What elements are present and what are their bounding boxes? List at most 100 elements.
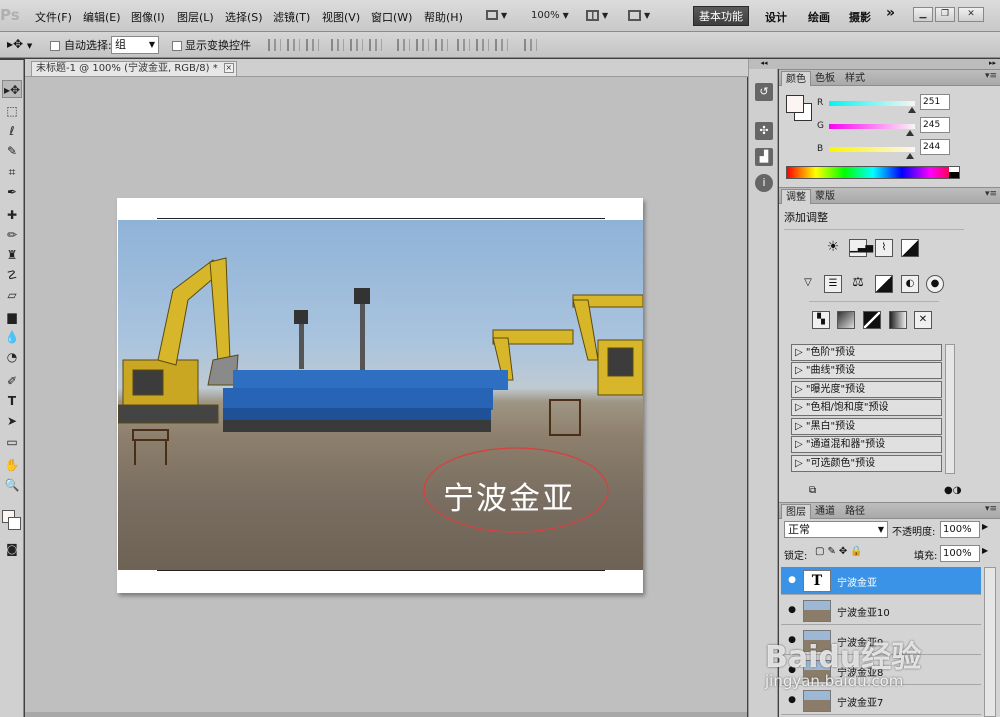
dodge-tool-icon[interactable]: ◔ <box>2 348 22 366</box>
eye-icon[interactable]: ● <box>785 605 799 615</box>
align-left-icon[interactable] <box>331 39 344 51</box>
shape-tool-icon[interactable]: ▭ <box>2 433 22 451</box>
menu-window[interactable]: 窗口(W) <box>371 9 412 25</box>
tab-swatches[interactable]: 色板 <box>811 71 839 86</box>
extras-dropdown[interactable]: ▼ <box>627 7 659 25</box>
gradient-tool-icon[interactable]: ▆ <box>2 308 22 326</box>
history-brush-tool-icon[interactable]: ☡ <box>2 266 22 284</box>
menu-help[interactable]: 帮助(H) <box>424 9 463 25</box>
lasso-tool-icon[interactable]: ℓ <box>2 122 22 140</box>
close-icon[interactable]: × <box>223 63 234 73</box>
preset-exposure[interactable]: ▷ "曝光度"预设 <box>791 381 942 398</box>
selective-color-icon[interactable]: ✕ <box>914 311 932 329</box>
align-bottom-icon[interactable] <box>306 39 319 51</box>
b-slider[interactable] <box>829 147 915 152</box>
color-balance-icon[interactable]: ⚖ <box>849 275 867 293</box>
color-foreground-swatch[interactable] <box>786 95 804 113</box>
photo-filter-icon[interactable]: ◐ <box>901 275 919 293</box>
curves-icon[interactable]: ⌇ <box>875 239 893 257</box>
distribute-hcenter-icon[interactable] <box>476 39 489 51</box>
collapse-icon[interactable]: ◂◂ <box>749 59 779 69</box>
lock-icons[interactable]: ▢✎✥🔒 <box>815 546 866 557</box>
clone-stamp-tool-icon[interactable]: ♜ <box>2 246 22 264</box>
more-workspaces-icon[interactable]: » <box>886 5 895 21</box>
exposure-icon[interactable] <box>901 239 919 257</box>
panel-menu-icon[interactable]: ▾≡ <box>985 504 997 514</box>
screen-mode-dropdown[interactable]: ▼ <box>485 7 517 25</box>
tab-styles[interactable]: 样式 <box>841 71 869 86</box>
menu-select[interactable]: 选择(S) <box>225 9 263 25</box>
blur-tool-icon[interactable]: 💧 <box>2 328 22 346</box>
show-transform-checkbox[interactable] <box>172 39 182 52</box>
align-right-icon[interactable] <box>369 39 382 51</box>
auto-align-layers-icon[interactable] <box>524 39 537 51</box>
marquee-tool-icon[interactable]: ⬚ <box>2 102 22 120</box>
posterize-icon[interactable] <box>837 311 855 329</box>
channel-mixer-icon[interactable]: ● <box>926 275 944 293</box>
tab-paths[interactable]: 路径 <box>841 504 869 519</box>
workspace-painting-button[interactable]: 绘画 <box>808 9 830 25</box>
quick-mask-icon[interactable]: ◙ <box>2 540 22 558</box>
auto-select-dropdown[interactable]: 组 ▼ <box>111 36 159 54</box>
document-tab[interactable]: 未标题-1 @ 100% (宁波金亚, RGB/8) * × <box>31 61 237 76</box>
histogram-panel-icon[interactable]: ▟ <box>755 148 773 166</box>
zoom-dropdown[interactable]: 100% ▼ <box>530 7 575 25</box>
adjust-footer-left-icon[interactable]: ⧉ <box>809 485 816 496</box>
g-value-field[interactable]: 245 <box>920 117 950 133</box>
black-white-icon[interactable] <box>875 275 893 293</box>
opacity-field[interactable]: 100% <box>940 521 980 538</box>
g-slider[interactable] <box>829 124 915 129</box>
menu-file[interactable]: 文件(F) <box>35 9 72 25</box>
background-color-swatch[interactable] <box>8 517 21 530</box>
distribute-top-icon[interactable] <box>397 39 410 51</box>
tab-adjustments[interactable]: 调整 <box>781 189 811 204</box>
hand-tool-icon[interactable]: ✋ <box>2 456 22 474</box>
presets-scrollbar[interactable] <box>945 344 955 474</box>
layer-row[interactable]: ● 宁波金亚10 <box>781 597 981 625</box>
menu-layer[interactable]: 图层(L) <box>177 9 214 25</box>
eraser-tool-icon[interactable]: ▱ <box>2 286 22 304</box>
fill-stepper-icon[interactable]: ▶ <box>982 546 988 555</box>
history-panel-icon[interactable]: ↺ <box>755 83 773 101</box>
opacity-stepper-icon[interactable]: ▶ <box>982 522 988 531</box>
pen-tool-icon[interactable]: ✐ <box>2 372 22 390</box>
path-selection-tool-icon[interactable]: ➤ <box>2 412 22 430</box>
color-spectrum-bar[interactable] <box>786 166 960 179</box>
tab-layers[interactable]: 图层 <box>781 504 811 519</box>
r-slider[interactable] <box>829 101 915 106</box>
restore-button[interactable]: ❐ <box>935 7 955 22</box>
tab-color[interactable]: 颜色 <box>781 71 811 86</box>
distribute-vcenter-icon[interactable] <box>416 39 429 51</box>
vibrance-icon[interactable]: ▽ <box>799 275 817 293</box>
distribute-left-icon[interactable] <box>457 39 470 51</box>
move-tool-preset-icon[interactable]: ▸✥ ▼ <box>7 37 32 51</box>
menu-filter[interactable]: 滤镜(T) <box>273 9 310 25</box>
align-hcenter-icon[interactable] <box>350 39 363 51</box>
levels-icon[interactable]: ▁▃▅ <box>849 239 873 257</box>
menu-view[interactable]: 视图(V) <box>322 9 360 25</box>
close-window-button[interactable]: ✕ <box>958 7 984 22</box>
b-slider-thumb[interactable] <box>906 153 914 159</box>
tab-channels[interactable]: 通道 <box>811 504 839 519</box>
distribute-bottom-icon[interactable] <box>435 39 448 51</box>
layer-row[interactable]: ● T 宁波金亚 <box>781 567 981 595</box>
fill-field[interactable]: 100% <box>940 545 980 562</box>
preset-hue-saturation[interactable]: ▷ "色相/饱和度"预设 <box>791 399 942 416</box>
preset-levels[interactable]: ▷ "色阶"预设 <box>791 344 942 361</box>
workspace-essentials-button[interactable]: 基本功能 <box>693 6 749 26</box>
preset-channel-mixer[interactable]: ▷ "通道混和器"预设 <box>791 436 942 453</box>
layer-row[interactable]: ● 宁波金亚7 <box>781 687 981 715</box>
preset-curves[interactable]: ▷ "曲线"预设 <box>791 362 942 379</box>
blend-mode-dropdown[interactable]: 正常 ▼ <box>784 521 888 538</box>
workspace-photography-button[interactable]: 摄影 <box>849 9 871 25</box>
tab-masks[interactable]: 蒙版 <box>811 189 839 204</box>
hue-saturation-icon[interactable]: ☰ <box>824 275 842 293</box>
arrange-documents-dropdown[interactable]: ▼ <box>585 7 617 25</box>
eye-icon[interactable]: ● <box>785 695 799 705</box>
minimize-button[interactable]: ▁ <box>913 7 933 22</box>
layers-scrollbar[interactable] <box>984 567 996 717</box>
workspace-design-button[interactable]: 设计 <box>765 9 787 25</box>
type-tool-icon[interactable]: T <box>2 392 22 410</box>
info-panel-icon[interactable]: i <box>755 174 773 192</box>
panel-menu-icon[interactable]: ▾≡ <box>985 189 997 199</box>
